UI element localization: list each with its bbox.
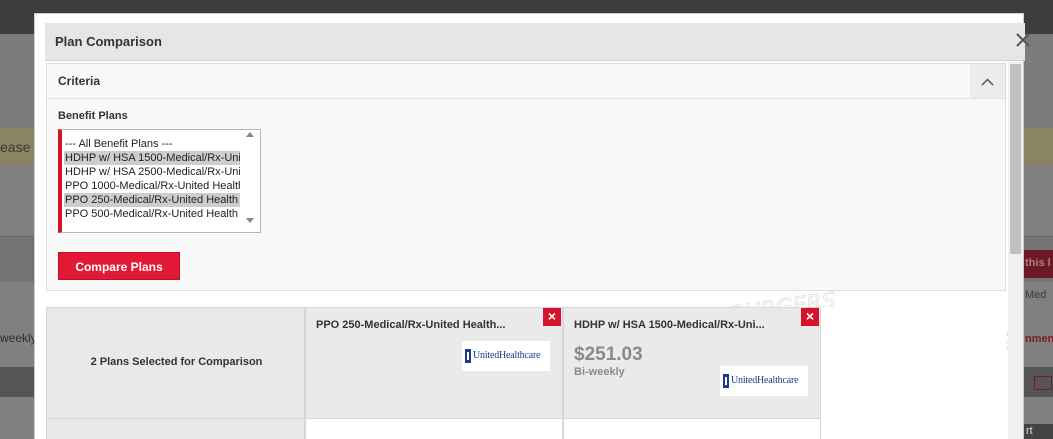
scroll-down-icon[interactable] xyxy=(246,218,254,224)
compare-plans-button[interactable]: Compare Plans xyxy=(58,252,180,280)
criteria-title: Criteria xyxy=(58,74,101,88)
plan-card: PPO 250-Medical/Rx-United Health... × Un… xyxy=(305,307,563,419)
comparison-table: 2 Plans Selected for Comparison PPO 250-… xyxy=(46,307,1006,439)
plan-comparison-modal: Plan Comparison BURGERS BURGERS and FRIE… xyxy=(34,13,1030,439)
background-bottom-text: rt xyxy=(1026,425,1033,437)
carrier-logo-text: UnitedHealthcare xyxy=(473,350,541,361)
scroll-up-icon[interactable] xyxy=(246,131,254,137)
benefit-plan-option[interactable]: PPO 500-Medical/Rx-United Health Care xyxy=(64,207,240,221)
criteria-collapse-button[interactable] xyxy=(970,64,1005,98)
benefit-plans-listbox[interactable]: --- All Benefit Plans --- HDHP w/ HSA 15… xyxy=(58,129,261,233)
benefit-plans-label: Benefit Plans xyxy=(58,110,128,122)
benefit-plan-option[interactable]: HDHP w/ HSA 2500-Medical/Rx-United Healt… xyxy=(64,165,240,179)
remove-plan-button[interactable]: × xyxy=(543,308,561,326)
close-icon[interactable] xyxy=(1014,31,1032,49)
scrollbar-thumb[interactable] xyxy=(1010,64,1021,254)
plan-price: $251.03 xyxy=(574,344,643,365)
chevron-up-icon xyxy=(981,78,994,86)
plan-card: HDHP w/ HSA 1500-Medical/Rx-Uni... × $25… xyxy=(563,307,821,419)
benefit-plan-option[interactable]: HDHP w/ HSA 1500-Medical/Rx-United Healt… xyxy=(64,151,240,165)
comparison-label-cell: 2 Plans Selected for Comparison xyxy=(46,307,305,419)
carrier-logo-text: UnitedHealthcare xyxy=(731,375,799,386)
plan-name: HDHP w/ HSA 1500-Medical/Rx-Uni... xyxy=(574,319,765,331)
benefit-plan-option[interactable]: PPO 250-Medical/Rx-United Health Care xyxy=(64,193,240,207)
plan-frequency: Bi-weekly xyxy=(574,366,625,378)
background-weekly-text: weekly xyxy=(0,331,37,345)
modal-title: Plan Comparison xyxy=(55,34,162,49)
background-bottom-button: rt xyxy=(1022,424,1053,439)
criteria-panel: Criteria Benefit Plans --- All Benefit P… xyxy=(46,63,1006,291)
remove-plan-button[interactable]: × xyxy=(801,308,819,326)
benefit-plan-option[interactable]: PPO 1000-Medical/Rx-United Health Care xyxy=(64,179,240,193)
close-icon: × xyxy=(547,308,557,324)
background-remove-icon xyxy=(1034,376,1052,390)
close-icon: × xyxy=(805,308,815,324)
background-link-text: nmen xyxy=(1025,333,1053,345)
comparison-row-cell xyxy=(305,419,563,439)
plans-selected-label: 2 Plans Selected for Comparison xyxy=(90,356,263,368)
logo-mark-notch xyxy=(467,352,469,360)
carrier-logo: UnitedHealthcare xyxy=(462,341,550,371)
carrier-logo: UnitedHealthcare xyxy=(720,366,808,396)
background-red-banner-text: this l xyxy=(1025,257,1051,269)
background-column-text: Med xyxy=(1025,289,1047,301)
logo-mark-notch xyxy=(725,377,727,385)
criteria-header[interactable]: Criteria xyxy=(47,64,1005,99)
modal-scrollbar[interactable] xyxy=(1008,62,1023,439)
comparison-row-cell xyxy=(563,419,821,439)
comparison-row-label xyxy=(46,419,305,439)
modal-header: Plan Comparison xyxy=(45,23,1030,61)
plan-name: PPO 250-Medical/Rx-United Health... xyxy=(316,319,506,331)
benefit-plan-option[interactable]: --- All Benefit Plans --- xyxy=(64,137,240,151)
